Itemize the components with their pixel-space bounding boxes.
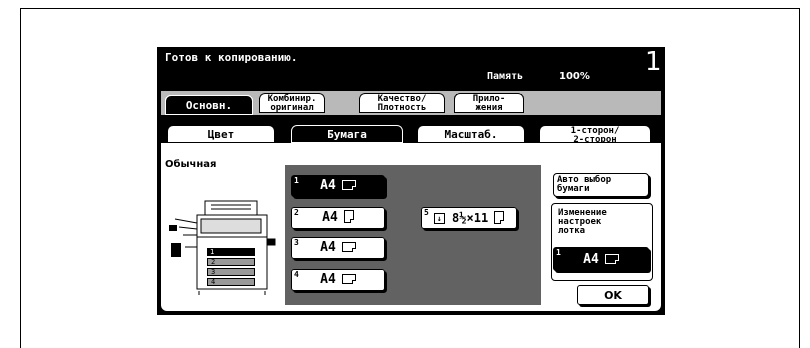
machine-tray-2-label: 2 bbox=[211, 258, 216, 266]
tray-4-button[interactable]: 4 A4 bbox=[291, 269, 385, 291]
landscape-paper-icon bbox=[341, 180, 356, 190]
tab-applications-line2: жения bbox=[475, 103, 503, 113]
tab-combine-line2: оригинал bbox=[270, 103, 314, 113]
tab-color-label: Цвет bbox=[207, 128, 235, 141]
tray-2-number: 2 bbox=[294, 208, 299, 217]
machine-tray-2-indicator: 2 bbox=[207, 258, 255, 266]
landscape-paper-icon bbox=[604, 254, 619, 264]
tab-applications[interactable]: Прило- жения bbox=[454, 93, 524, 113]
copier-control-panel: Готов к копированию. Память 100% 1 Основ… bbox=[157, 47, 665, 315]
portrait-paper-icon bbox=[343, 210, 354, 223]
tab-duplex[interactable]: 1-сторон/ 2-сторон bbox=[539, 125, 651, 145]
tab-paper-label: Бумага bbox=[327, 128, 367, 141]
tray-4-number: 4 bbox=[294, 270, 299, 279]
change-tray-settings-button[interactable]: Изменение настроек лотка bbox=[555, 207, 649, 243]
auto-paper-select-button[interactable]: Авто выбор бумаги bbox=[553, 173, 649, 197]
landscape-paper-icon bbox=[341, 242, 356, 252]
paper-type-label: Обычная bbox=[165, 159, 217, 170]
bypass-tray-button[interactable]: 5 ↓ 8½×11 bbox=[421, 207, 517, 229]
machine-tray-4-indicator: 4 bbox=[207, 278, 255, 286]
tray-3-button[interactable]: 3 A4 bbox=[291, 237, 385, 259]
bypass-tray-icon: ↓ bbox=[433, 213, 445, 224]
tab-basic[interactable]: Основн. bbox=[165, 95, 253, 115]
tray-4-size: A4 bbox=[320, 272, 336, 287]
tab-quality-line2: Плотность bbox=[377, 103, 427, 113]
tab-zoom[interactable]: Масштаб. bbox=[417, 125, 525, 143]
tray-2-button[interactable]: 2 A4 bbox=[291, 207, 385, 229]
machine-tray-3-indicator: 3 bbox=[207, 268, 255, 276]
tray-1-button[interactable]: 1 A4 bbox=[291, 175, 385, 197]
memory-label: Память bbox=[487, 71, 524, 82]
tray-3-number: 3 bbox=[294, 238, 299, 247]
ok-button-label: OK bbox=[604, 289, 622, 302]
status-message: Готов к копированию. bbox=[165, 51, 298, 64]
tray-3-size: A4 bbox=[320, 240, 336, 255]
tab-quality-density[interactable]: Качество/ Плотность bbox=[359, 93, 445, 113]
portrait-paper-icon bbox=[494, 211, 505, 224]
tab-basic-label: Основн. bbox=[185, 99, 233, 112]
current-tray-number: 1 bbox=[556, 248, 561, 257]
bypass-tray-number: 5 bbox=[424, 208, 429, 217]
landscape-paper-icon bbox=[341, 274, 356, 284]
change-tray-line3: лотка bbox=[558, 226, 586, 236]
bypass-tray-size: 8½×11 bbox=[452, 211, 489, 225]
machine-tray-1-indicator: 1 bbox=[207, 248, 255, 256]
machine-tray-4-label: 4 bbox=[211, 278, 216, 286]
tab-combine-original[interactable]: Комбинир. оригинал bbox=[259, 93, 325, 113]
copy-count: 1 bbox=[645, 47, 662, 77]
auto-paper-line2: бумаги bbox=[557, 184, 590, 194]
machine-tray-1-label: 1 bbox=[210, 248, 215, 256]
machine-tray-3-label: 3 bbox=[211, 268, 216, 276]
memory-value: 100% bbox=[559, 71, 590, 82]
tab-paper[interactable]: Бумага bbox=[291, 125, 403, 143]
tray-1-number: 1 bbox=[294, 176, 299, 185]
tab-zoom-label: Масштаб. bbox=[444, 128, 498, 141]
ok-button[interactable]: OK bbox=[577, 285, 649, 305]
tray-1-size: A4 bbox=[320, 178, 336, 193]
current-tray-display: 1 A4 bbox=[553, 247, 649, 271]
tray-2-size: A4 bbox=[322, 210, 338, 225]
current-tray-size: A4 bbox=[583, 252, 599, 267]
tab-color[interactable]: Цвет bbox=[167, 125, 275, 143]
